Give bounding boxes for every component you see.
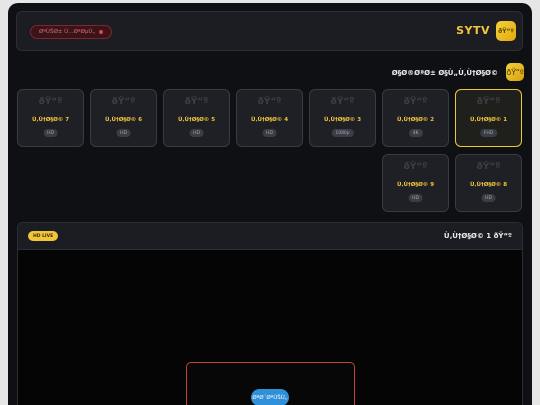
tv-watermark-icon: ðŸ“º xyxy=(184,97,209,107)
quality-badge: HD xyxy=(481,194,496,202)
channel-card-2[interactable]: ðŸ“º Ù‚Ù†Ø§Ø© 2 4K xyxy=(382,89,449,147)
channel-name: Ù‚Ù†Ø§Ø© 7 xyxy=(31,117,70,123)
play-button[interactable]: ØªØ´ØºÙŠÙ„ xyxy=(251,389,289,405)
channel-card-7[interactable]: ðŸ“º Ù‚Ù†Ø§Ø© 7 HD xyxy=(17,89,84,147)
play-overlay: ØªØ´ØºÙŠÙ„ xyxy=(186,362,355,405)
channel-grid: ðŸ“º Ù‚Ù†Ø§Ø© 1 FHD ðŸ“º Ù‚Ù†Ø§Ø© 2 4K ð… xyxy=(17,89,523,213)
quality-badge: HD xyxy=(43,129,58,137)
tv-watermark-icon: ðŸ“º xyxy=(476,162,501,172)
quality-badge: HD xyxy=(116,129,131,137)
tv-section-icon: ðŸ“º xyxy=(506,63,524,81)
connection-status-badge: ØºÙŠØ± Ù…ØªØµÙ„ xyxy=(30,25,113,39)
status-label: ØºÙŠØ± Ù…ØªØµÙ„ xyxy=(39,29,96,35)
hd-live-badge: HD LIVE xyxy=(28,231,59,241)
tv-watermark-icon: ðŸ“º xyxy=(403,162,428,172)
channel-name: Ù‚Ù†Ø§Ø© 3 xyxy=(323,117,362,123)
channel-name: Ù‚Ù†Ø§Ø© 4 xyxy=(250,117,289,123)
channel-name: Ù‚Ù†Ø§Ø© 1 xyxy=(469,117,508,123)
app-logo-text: SYTV xyxy=(456,24,490,37)
video-player[interactable]: HD LIVE Ù‚Ù†Ø§Ø© 1 ðŸ“º ØªØ´ØºÙŠÙ„ xyxy=(17,222,523,405)
channel-card-3[interactable]: ðŸ“º Ù‚Ù†Ø§Ø© 3 1080p xyxy=(309,89,376,147)
status-dot-icon xyxy=(99,30,104,34)
channel-name: Ù‚Ù†Ø§Ø© 2 xyxy=(396,117,435,123)
tv-logo-icon: ðŸ“º xyxy=(496,21,516,41)
channel-card-5[interactable]: ðŸ“º Ù‚Ù†Ø§Ø© 5 HD xyxy=(163,89,230,147)
tv-watermark-icon: ðŸ“º xyxy=(403,97,428,107)
quality-badge: HD xyxy=(189,129,204,137)
channel-name: Ù‚Ù†Ø§Ø© 5 xyxy=(177,117,216,123)
quality-badge: HD xyxy=(408,194,423,202)
tv-watermark-icon: ðŸ“º xyxy=(476,97,501,107)
channel-card-9[interactable]: ðŸ“º Ù‚Ù†Ø§Ø© 9 HD xyxy=(382,154,449,212)
channel-card-6[interactable]: ðŸ“º Ù‚Ù†Ø§Ø© 6 HD xyxy=(90,89,157,147)
tv-watermark-icon: ðŸ“º xyxy=(257,97,282,107)
quality-badge: FHD xyxy=(479,129,498,137)
tv-watermark-icon: ðŸ“º xyxy=(38,97,63,107)
quality-badge: 1080p xyxy=(331,129,354,137)
channel-card-1[interactable]: ðŸ“º Ù‚Ù†Ø§Ø© 1 FHD xyxy=(455,89,522,147)
app-window: ØºÙŠØ± Ù…ØªØµÙ„ SYTV ðŸ“º Ø§Ø®ØªØ± Ø§Ù„Ù… xyxy=(8,3,532,405)
tv-watermark-icon: ðŸ“º xyxy=(330,97,355,107)
channel-name: Ù‚Ù†Ø§Ø© 9 xyxy=(396,182,435,188)
player-header: HD LIVE Ù‚Ù†Ø§Ø© 1 ðŸ“º xyxy=(18,223,522,250)
channel-card-8[interactable]: ðŸ“º Ù‚Ù†Ø§Ø© 8 HD xyxy=(455,154,522,212)
tv-watermark-icon: ðŸ“º xyxy=(111,97,136,107)
section-title: Ø§Ø®ØªØ± Ø§Ù„Ù‚Ù†Ø§Ø© xyxy=(391,69,498,77)
channel-name: Ù‚Ù†Ø§Ø© 6 xyxy=(104,117,143,123)
player-channel-title: Ù‚Ù†Ø§Ø© 1 ðŸ“º xyxy=(443,232,512,240)
channel-card-4[interactable]: ðŸ“º Ù‚Ù†Ø§Ø© 4 HD xyxy=(236,89,303,147)
quality-badge: HD xyxy=(262,129,277,137)
quality-badge: 4K xyxy=(408,129,423,137)
top-header: ØºÙŠØ± Ù…ØªØµÙ„ SYTV ðŸ“º xyxy=(16,11,523,51)
channel-name: Ù‚Ù†Ø§Ø© 8 xyxy=(469,182,508,188)
